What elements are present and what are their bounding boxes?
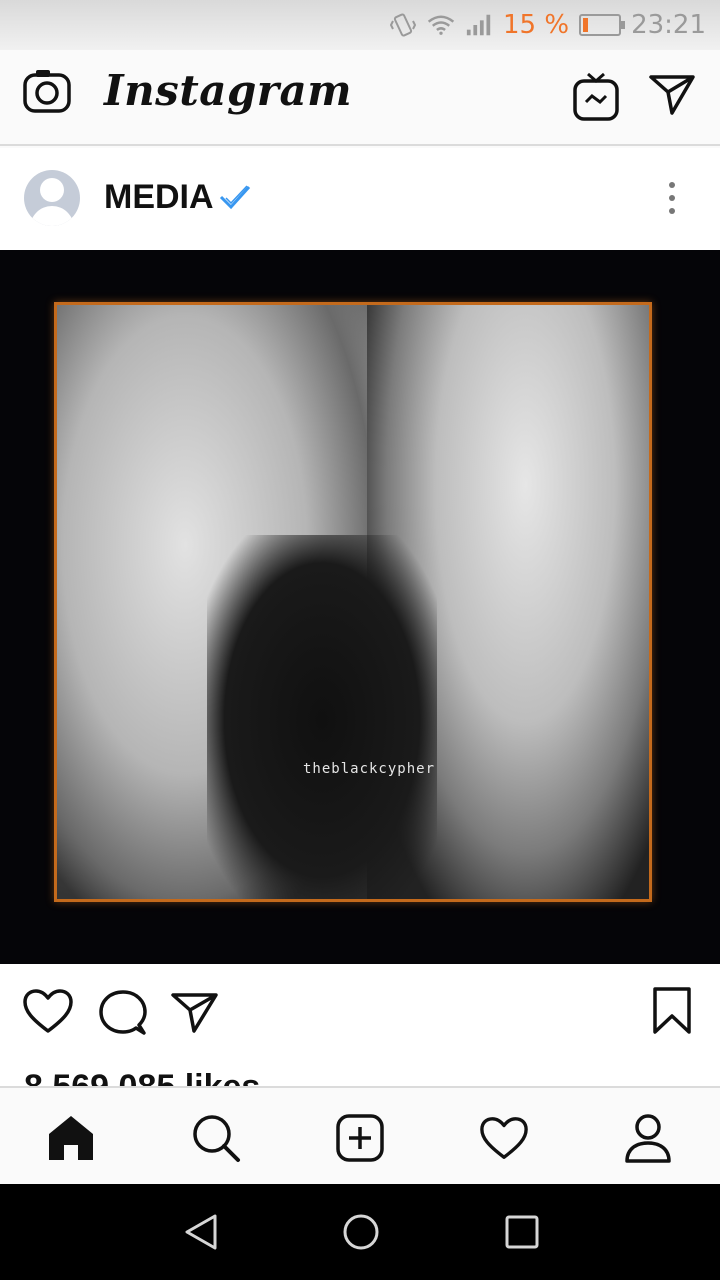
clock: 23:21 [631, 10, 706, 40]
battery-fill [583, 18, 589, 32]
wifi-icon [427, 11, 455, 39]
photo-frame: theblackcypher [54, 302, 652, 902]
activity-icon[interactable] [478, 1112, 530, 1164]
status-bar: 15 % 23:21 [0, 0, 720, 50]
comment-icon[interactable] [98, 988, 148, 1043]
photo-watermark: theblackcypher [303, 761, 436, 777]
verified-badge-icon [218, 184, 252, 215]
vibrate-icon [389, 11, 417, 39]
back-icon[interactable] [182, 1212, 220, 1257]
share-icon[interactable] [170, 990, 220, 1039]
instagram-logo: Instagram [104, 66, 353, 115]
likes-count[interactable]: 8,569,085 likes [24, 1068, 260, 1086]
direct-message-icon[interactable] [648, 72, 696, 121]
more-options-icon[interactable] [660, 180, 684, 221]
post-header: MEDIA [0, 148, 720, 250]
battery-icon [579, 14, 626, 36]
bookmark-icon[interactable] [652, 986, 692, 1041]
avatar-head [40, 178, 64, 202]
post-actions: 8,569,085 likes [0, 964, 720, 1086]
search-icon[interactable] [190, 1112, 242, 1164]
bottom-tab-bar [0, 1086, 720, 1184]
signal-icon [465, 11, 493, 39]
avatar[interactable] [24, 170, 80, 226]
camera-icon[interactable] [22, 68, 72, 119]
post-username[interactable]: MEDIA [104, 178, 214, 217]
top-nav: Instagram [0, 50, 720, 146]
profile-icon[interactable] [622, 1112, 674, 1164]
photo-shadow [207, 535, 437, 899]
post-photo[interactable]: theblackcypher [0, 250, 720, 964]
avatar-shoulders [30, 206, 74, 226]
home-icon[interactable] [45, 1112, 97, 1164]
home-circle-icon[interactable] [342, 1212, 380, 1257]
igtv-icon[interactable] [572, 70, 620, 127]
battery-percent: 15 % [503, 10, 570, 40]
system-nav-bar [0, 1184, 720, 1280]
recents-icon[interactable] [504, 1212, 540, 1257]
new-post-icon[interactable] [334, 1112, 386, 1164]
like-icon[interactable] [22, 988, 74, 1039]
